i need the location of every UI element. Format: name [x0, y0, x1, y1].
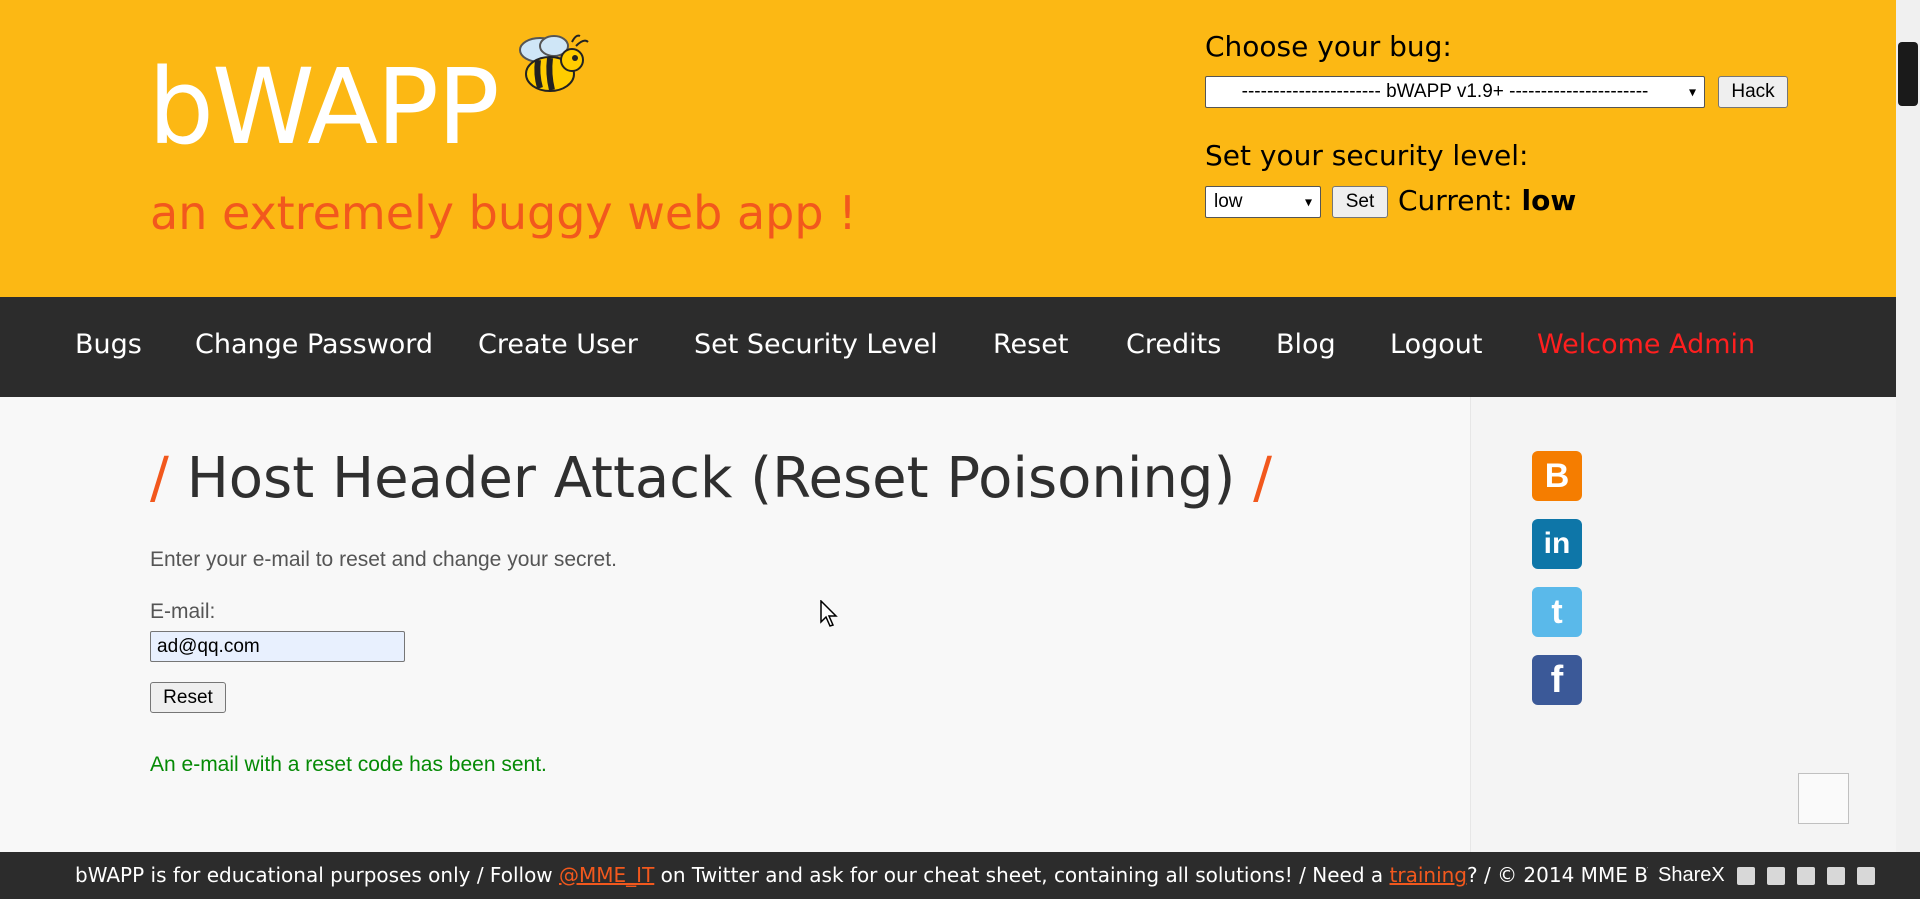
mouse-cursor-icon — [820, 600, 838, 627]
tagline: an extremely buggy web app ! — [150, 186, 857, 240]
footer-text-part3: ? / © 2014 MME BV — [1467, 863, 1661, 887]
chevron-down-icon: ▾ — [1304, 193, 1312, 210]
facebook-icon[interactable]: f — [1532, 655, 1582, 705]
training-link[interactable]: training — [1390, 863, 1467, 887]
footer: bWAPP is for educational purposes only /… — [0, 852, 1920, 899]
menu-item-bugs[interactable]: Bugs — [75, 329, 142, 360]
footer-text: bWAPP is for educational purposes only /… — [75, 863, 1661, 887]
set-button[interactable]: Set — [1332, 186, 1388, 218]
tray-document-icon[interactable] — [1826, 866, 1845, 885]
current-security-level: Current: low — [1398, 184, 1576, 217]
twitter-icon[interactable]: t — [1532, 587, 1582, 637]
current-label: Current: — [1398, 184, 1513, 217]
welcome-user: Welcome Admin — [1537, 329, 1756, 360]
menu-item-reset[interactable]: Reset — [993, 329, 1068, 360]
bug-select-label: Choose your bug: — [1205, 30, 1452, 63]
twitter-link[interactable]: @MME_IT — [559, 863, 654, 887]
tray-tool-icon[interactable] — [1856, 866, 1875, 885]
chevron-down-icon: ▾ — [1688, 83, 1696, 100]
page-title-text: Host Header Attack (Reset Poisoning) — [186, 446, 1236, 511]
menu-item-logout[interactable]: Logout — [1390, 329, 1482, 360]
intro-text: Enter your e-mail to reset and change yo… — [150, 548, 617, 571]
menu-item-blog[interactable]: Blog — [1276, 329, 1336, 360]
bee-icon — [519, 34, 589, 92]
bug-select[interactable]: ---------------------- bWAPP v1.9+ -----… — [1205, 76, 1705, 108]
tray-screen-icon[interactable] — [1796, 866, 1815, 885]
broken-image-icon — [1798, 773, 1849, 824]
scrollbar-thumb[interactable] — [1898, 42, 1918, 106]
hack-button[interactable]: Hack — [1718, 76, 1788, 108]
blogger-icon[interactable]: B — [1532, 451, 1582, 501]
reset-button[interactable]: Reset — [150, 682, 226, 713]
status-message: An e-mail with a reset code has been sen… — [150, 753, 547, 776]
bug-select-value: ---------------------- bWAPP v1.9+ -----… — [1241, 81, 1649, 102]
page-title: / Host Header Attack (Reset Poisoning) / — [150, 446, 1272, 511]
footer-text-part2: on Twitter and ask for our cheat sheet, … — [654, 863, 1390, 887]
email-label: E-mail: — [150, 600, 216, 623]
tray-home-icon[interactable] — [1736, 866, 1755, 885]
current-value: low — [1521, 184, 1577, 217]
scrollbar[interactable] — [1896, 0, 1920, 852]
security-level-label: Set your security level: — [1205, 139, 1529, 172]
menu-item-change-password[interactable]: Change Password — [195, 329, 433, 360]
sharex-label[interactable]: ShareX — [1658, 864, 1725, 887]
menu-item-credits[interactable]: Credits — [1126, 329, 1221, 360]
logo-title: bWAPP — [148, 46, 500, 168]
title-slash-right: / — [1253, 446, 1273, 511]
header: bWAPP an extremely buggy web app ! Choos… — [0, 0, 1896, 297]
security-level-select[interactable]: low ▾ — [1205, 186, 1321, 218]
tray-folder-icon[interactable] — [1766, 866, 1785, 885]
footer-text-part1: bWAPP is for educational purposes only /… — [75, 863, 560, 887]
title-slash-left: / — [150, 446, 169, 511]
taskbar-tray: ShareX — [1648, 852, 1920, 899]
email-field[interactable] — [150, 631, 405, 662]
menu-item-set-security-level[interactable]: Set Security Level — [694, 329, 938, 360]
linkedin-icon[interactable]: in — [1532, 519, 1582, 569]
main-menu: Bugs Change Password Create User Set Sec… — [0, 297, 1896, 397]
menu-item-create-user[interactable]: Create User — [478, 329, 638, 360]
security-level-value: low — [1214, 191, 1243, 212]
